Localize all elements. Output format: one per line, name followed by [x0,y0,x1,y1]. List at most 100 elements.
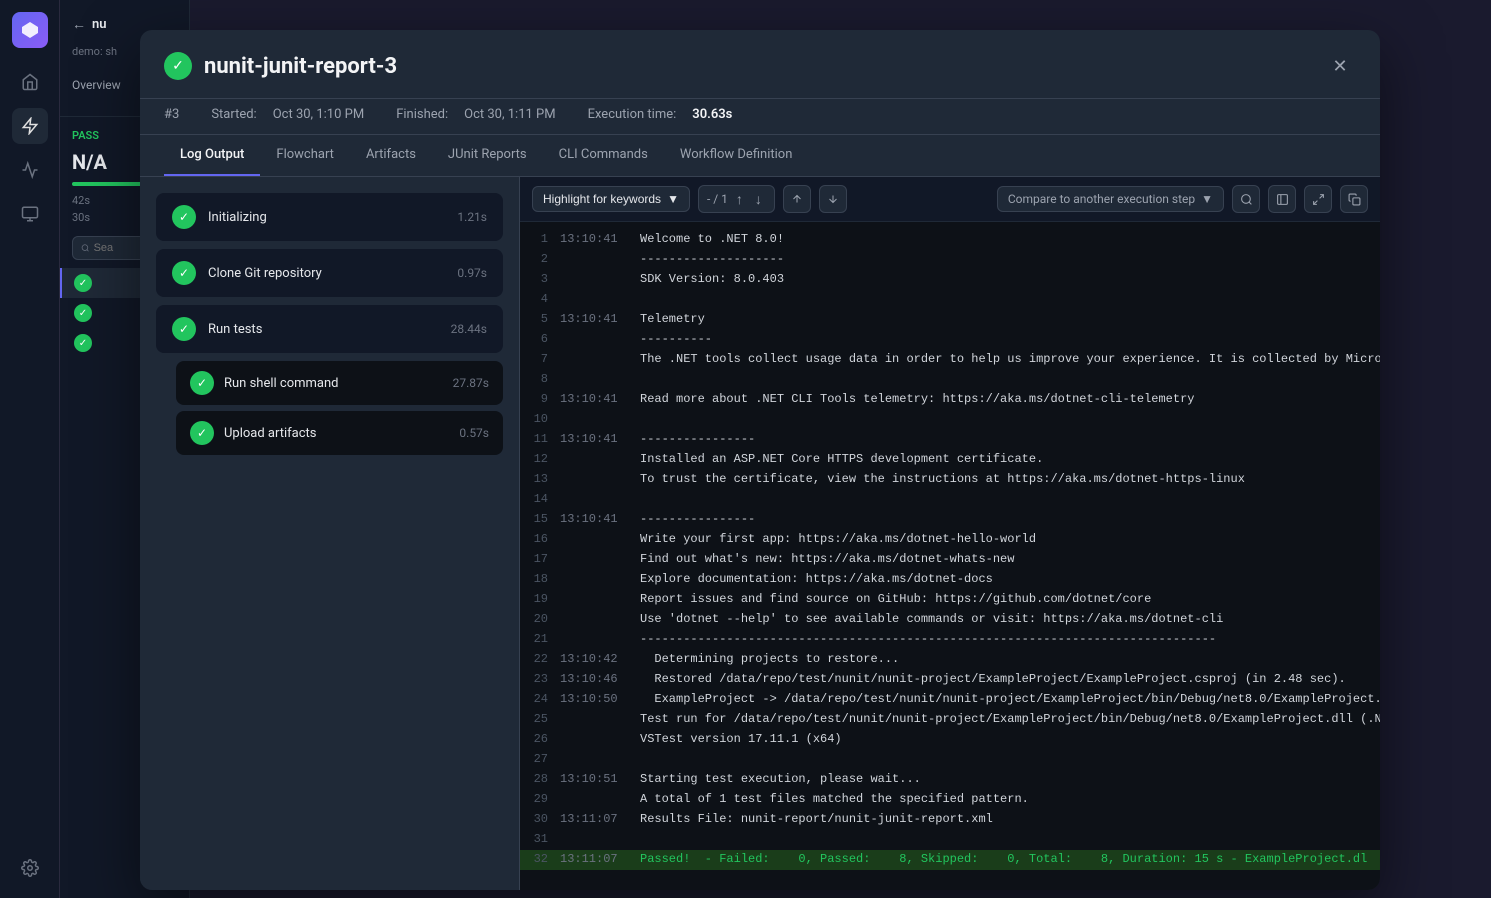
tab-cli-commands[interactable]: CLI Commands [543,135,664,176]
dialog-tabs: Log Output Flowchart Artifacts JUnit Rep… [140,135,1380,177]
execution-label: Execution time: [588,107,677,122]
tab-junit-reports[interactable]: JUnit Reports [432,135,543,176]
run-icon-2: ✓ [74,304,92,322]
line-text: Results File: nunit-report/nunit-junit-r… [640,810,993,829]
compare-dropdown[interactable]: Compare to another execution step ▼ [997,186,1224,212]
sub-step-time-upload-artifacts: 0.57s [459,426,489,440]
sort-asc-icon [791,193,803,205]
log-line: 26VSTest version 17.11.1 (x64) [520,730,1380,750]
log-line: 3013:11:07Results File: nunit-report/nun… [520,810,1380,830]
log-line: 1113:10:41---------------- [520,430,1380,450]
log-content[interactable]: 113:10:41Welcome to .NET 8.0!2 ----------… [520,222,1380,890]
expand-button[interactable] [1304,185,1332,213]
log-line: 6---------- [520,330,1380,350]
workflow-name: nu [92,17,107,32]
started-value: Oct 30, 1:10 PM [273,107,364,122]
line-text: Installed an ASP.NET Core HTTPS developm… [640,450,1043,469]
line-text: Test run for /data/repo/test/nunit/nunit… [640,710,1380,729]
line-number: 14 [528,490,560,509]
line-number: 30 [528,810,560,829]
search-button[interactable] [1232,185,1260,213]
sidebar-item-home[interactable] [12,64,48,100]
sub-step-upload-artifacts[interactable]: ✓ Upload artifacts 0.57s [176,411,503,455]
sidebar-item-analytics[interactable] [12,152,48,188]
line-number: 8 [528,370,560,389]
step-icon-run-tests: ✓ [172,317,196,341]
line-number: 26 [528,730,560,749]
tab-log-output[interactable]: Log Output [164,135,260,176]
step-icon-initializing: ✓ [172,205,196,229]
step-initializing[interactable]: ✓ Initializing 1.21s [156,193,503,241]
step-name-initializing: Initializing [208,210,445,225]
log-line: 27 [520,750,1380,770]
log-line: 113:10:41Welcome to .NET 8.0! [520,230,1380,250]
log-line: 10 [520,410,1380,430]
line-text: Explore documentation: https://aka.ms/do… [640,570,993,589]
line-number: 2 [528,250,560,269]
line-text: Determining projects to restore... [640,650,899,669]
line-text: Read more about .NET CLI Tools telemetry… [640,390,1195,409]
line-number: 20 [528,610,560,629]
log-line: 1513:10:41---------------- [520,510,1380,530]
keyword-highlight-button[interactable]: Highlight for keywords ▼ [532,186,690,212]
window-button[interactable] [1268,185,1296,213]
back-button[interactable]: ← [72,16,86,33]
sub-step-run-shell[interactable]: ✓ Run shell command 27.87s [176,361,503,405]
sub-step-name-upload-artifacts: Upload artifacts [224,426,449,441]
sort-desc-button[interactable] [819,185,847,213]
log-line: 7 The .NET tools collect usage data in or… [520,350,1380,370]
nav-up-button[interactable]: ↑ [732,191,747,207]
log-line: 21--------------------------------------… [520,630,1380,650]
sidebar-logo [12,12,48,48]
step-clone-git[interactable]: ✓ Clone Git repository 0.97s [156,249,503,297]
log-line: 4 [520,290,1380,310]
line-time: 13:10:51 [560,770,640,789]
step-name-clone-git: Clone Git repository [208,266,445,281]
line-number: 7 [528,350,560,369]
line-time: 13:10:41 [560,510,640,529]
line-number: 11 [528,430,560,449]
line-text: A total of 1 test files matched the spec… [640,790,1029,809]
finished-value: Oct 30, 1:11 PM [464,107,555,122]
sidebar [0,0,60,898]
run-icon-1: ✓ [74,274,92,292]
line-text: ---------- [640,330,712,349]
sidebar-item-workflows[interactable] [12,108,48,144]
line-number: 5 [528,310,560,329]
log-line: 29A total of 1 test files matched the sp… [520,790,1380,810]
log-line: 913:10:41Read more about .NET CLI Tools … [520,390,1380,410]
sort-asc-button[interactable] [783,185,811,213]
line-text: Restored /data/repo/test/nunit/nunit-pro… [640,670,1346,689]
log-line: 3SDK Version: 8.0.403 [520,270,1380,290]
tab-artifacts[interactable]: Artifacts [350,135,432,176]
tab-flowchart[interactable]: Flowchart [260,135,350,176]
line-text: The .NET tools collect usage data in ord… [640,350,1380,369]
sidebar-item-settings[interactable] [12,850,48,886]
dialog-title: nunit-junit-report-3 [204,54,1312,79]
line-time: 13:11:07 [560,850,640,869]
copy-button[interactable] [1340,185,1368,213]
line-text: Find out what's new: https://aka.ms/dotn… [640,550,1014,569]
line-number: 15 [528,510,560,529]
line-number: 13 [528,470,560,489]
line-number: 4 [528,290,560,309]
step-run-tests[interactable]: ✓ Run tests 28.44s [156,305,503,353]
line-text: -------------------- [640,250,784,269]
log-line: 31 [520,830,1380,850]
pass-label: PASS [72,129,99,142]
log-line: 8 [520,370,1380,390]
line-number: 23 [528,670,560,689]
log-line: 513:10:41Telemetry [520,310,1380,330]
close-button[interactable]: ✕ [1324,50,1356,82]
step-time-clone-git: 0.97s [457,266,487,280]
line-number: 22 [528,650,560,669]
expand-icon [1312,193,1325,206]
sort-desc-icon [827,193,839,205]
line-number: 24 [528,690,560,709]
step-time-initializing: 1.21s [457,210,487,224]
line-number: 31 [528,830,560,849]
line-number: 21 [528,630,560,649]
nav-down-button[interactable]: ↓ [751,191,766,207]
sidebar-item-artifacts[interactable] [12,196,48,232]
tab-workflow-definition[interactable]: Workflow Definition [664,135,809,176]
